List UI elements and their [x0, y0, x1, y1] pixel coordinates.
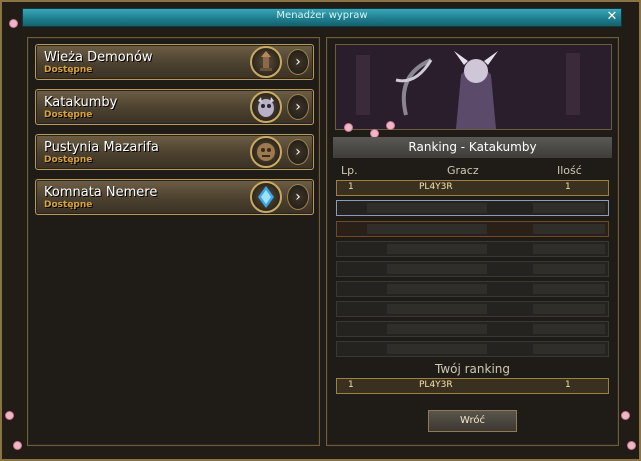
- row-count: 1: [565, 182, 571, 192]
- ranking-title: Ranking - Katakumby: [333, 137, 612, 158]
- dungeon-name: Komnata Nemere: [44, 185, 158, 200]
- dungeon-item-katakumby[interactable]: Katakumby Dostępne ›: [35, 89, 314, 125]
- ranking-row-empty: [336, 221, 609, 237]
- dungeon-item-wieza-demonow[interactable]: Wieża Demonów Dostępne ›: [35, 44, 314, 80]
- ranking-row-empty: [336, 261, 609, 277]
- header-count: Ilość: [557, 164, 582, 177]
- row-player: PL4Y3R: [419, 380, 453, 390]
- demon-tower-icon: [250, 46, 282, 78]
- dungeon-status: Dostępne: [44, 200, 93, 210]
- chevron-right-icon[interactable]: ›: [287, 94, 309, 120]
- row-count: 1: [565, 380, 571, 390]
- flower-decoration: [14, 442, 21, 449]
- dungeon-status: Dostępne: [44, 155, 93, 165]
- flower-decoration: [622, 412, 629, 419]
- chevron-right-icon[interactable]: ›: [287, 139, 309, 165]
- your-ranking-row: 1 PL4Y3R 1: [336, 378, 609, 394]
- chevron-right-icon[interactable]: ›: [287, 184, 309, 210]
- flower-decoration: [6, 412, 13, 419]
- chevron-right-icon[interactable]: ›: [287, 49, 309, 75]
- dungeon-item-pustynia-mazarifa[interactable]: Pustynia Mazarifa Dostępne ›: [35, 134, 314, 170]
- flower-decoration: [345, 124, 352, 131]
- ranking-row-empty: [336, 301, 609, 317]
- flower-decoration: [387, 122, 394, 129]
- ranking-row: 1 PL4Y3R 1: [336, 180, 609, 196]
- desert-icon: [250, 136, 282, 168]
- dungeon-list-panel: Wieża Demonów Dostępne › Katakumby Dostę…: [27, 37, 320, 446]
- ranking-row-empty: [336, 281, 609, 297]
- dungeon-status: Dostępne: [44, 65, 93, 75]
- flower-decoration: [10, 20, 17, 27]
- nemere-icon: [250, 181, 282, 213]
- row-lp: 1: [348, 380, 354, 390]
- dungeon-item-komnata-nemere[interactable]: Komnata Nemere Dostępne ›: [35, 179, 314, 215]
- dungeon-name: Wieża Demonów: [44, 50, 153, 65]
- catacombs-icon: [250, 91, 282, 123]
- dungeon-name: Katakumby: [44, 95, 118, 110]
- back-button[interactable]: Wróć: [428, 410, 517, 432]
- title-bar[interactable]: Menadżer wypraw ✕: [22, 8, 622, 27]
- header-player: Gracz: [447, 164, 479, 177]
- close-icon[interactable]: ✕: [605, 10, 619, 24]
- ranking-row-empty: [336, 321, 609, 337]
- dungeon-banner-image: [335, 44, 612, 130]
- row-lp: 1: [348, 182, 354, 192]
- dungeon-status: Dostępne: [44, 110, 93, 120]
- ranking-row-empty: [336, 241, 609, 257]
- ranking-row-empty: [336, 200, 609, 216]
- ranking-panel: Ranking - Katakumby Lp. Gracz Ilość 1 PL…: [326, 37, 619, 446]
- dungeon-manager-window: Menadżer wypraw ✕ Wieża Demonów Dostępne…: [0, 0, 641, 461]
- dungeon-name: Pustynia Mazarifa: [44, 140, 159, 155]
- window-title: Menadżer wypraw: [276, 10, 368, 21]
- your-ranking-label: Twój ranking: [434, 362, 511, 376]
- header-lp: Lp.: [341, 164, 358, 177]
- flower-decoration: [628, 442, 635, 449]
- row-player: PL4Y3R: [419, 182, 453, 192]
- flower-decoration: [371, 130, 378, 137]
- ranking-row-empty: [336, 341, 609, 357]
